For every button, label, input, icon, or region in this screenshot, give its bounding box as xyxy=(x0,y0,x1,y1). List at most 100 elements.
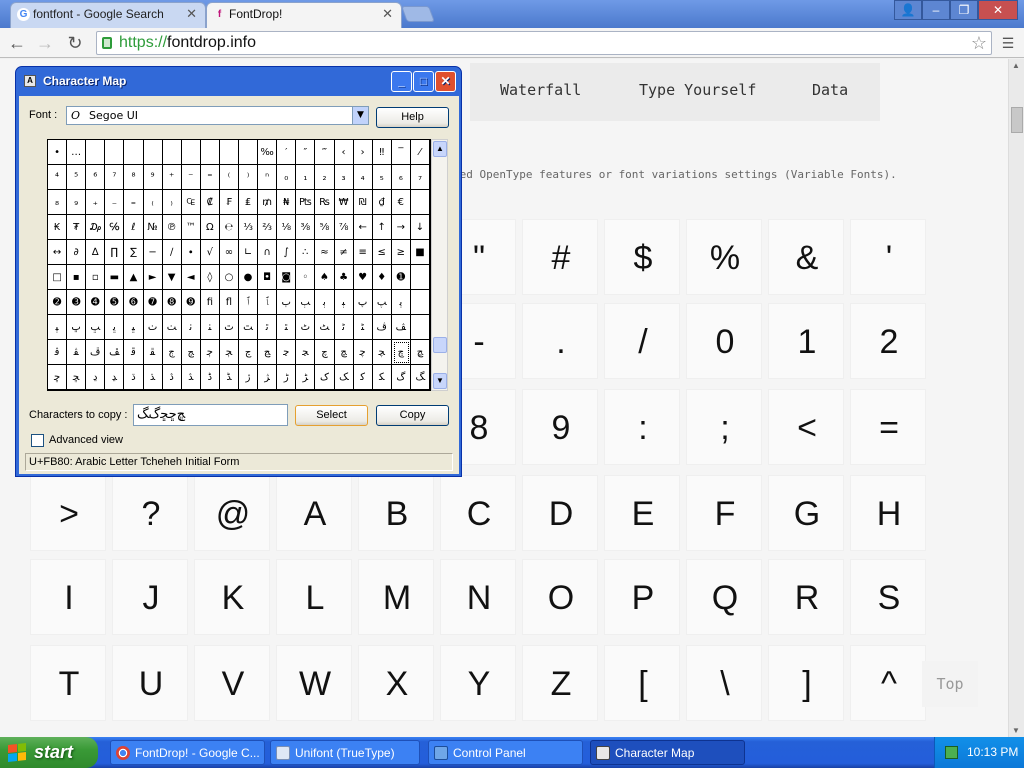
char-cell[interactable] xyxy=(200,140,220,165)
reload-icon[interactable]: ↻ xyxy=(64,32,86,54)
char-cell[interactable] xyxy=(86,140,106,165)
glyph-tile[interactable]: = xyxy=(850,389,926,465)
char-cell[interactable]: ﭴ xyxy=(200,340,220,365)
glyph-tile[interactable]: / xyxy=(604,303,680,379)
char-cell[interactable]: ⁄ xyxy=(410,140,430,165)
char-cell[interactable]: ⅓ xyxy=(239,215,259,240)
char-cell[interactable]: ◊ xyxy=(200,265,220,290)
char-cell[interactable]: ₮ xyxy=(67,215,87,240)
glyph-tile[interactable]: Z xyxy=(522,645,598,721)
char-cell[interactable]: ₃ xyxy=(334,165,354,190)
char-cell[interactable]: ﭺ xyxy=(315,340,335,365)
scroll-up-icon[interactable]: ▲ xyxy=(433,141,447,157)
char-cell[interactable]: → xyxy=(391,215,411,240)
glyph-tile[interactable]: 0 xyxy=(686,303,762,379)
grid-scrollbar[interactable]: ▲ ▼ xyxy=(431,139,448,391)
char-cell[interactable]: ➎ xyxy=(105,290,125,315)
char-cell[interactable] xyxy=(219,140,239,165)
glyph-tile[interactable]: T xyxy=(30,645,106,721)
select-button[interactable]: Select xyxy=(295,405,368,426)
char-cell[interactable]: ∂ xyxy=(67,240,87,265)
char-cell[interactable]: ♣ xyxy=(334,265,354,290)
char-cell[interactable]: ₁ xyxy=(296,165,316,190)
char-cell[interactable] xyxy=(410,315,430,340)
char-cell[interactable]: ﭷ xyxy=(258,340,278,365)
char-cell[interactable]: ◦ xyxy=(296,265,316,290)
char-cell[interactable] xyxy=(181,140,201,165)
glyph-tile[interactable]: 2 xyxy=(850,303,926,379)
char-cell[interactable]: ≠ xyxy=(334,240,354,265)
char-cell[interactable]: ﮄ xyxy=(124,365,144,390)
char-cell[interactable]: ﭧ xyxy=(315,315,335,340)
char-cell[interactable]: № xyxy=(143,215,163,240)
close-window-icon[interactable]: ✕ xyxy=(978,0,1018,20)
char-cell[interactable]: ₪ xyxy=(353,190,373,215)
char-cell[interactable]: ﭐ xyxy=(239,290,259,315)
nav-type-yourself[interactable]: Type Yourself xyxy=(639,81,756,99)
scroll-up-icon[interactable]: ▲ xyxy=(1012,61,1020,70)
char-cell[interactable]: ﮎ xyxy=(315,365,335,390)
glyph-tile[interactable]: S xyxy=(850,559,926,635)
window-titlebar[interactable]: A Character Map _ □ ✕ xyxy=(19,67,458,95)
glyph-tile[interactable]: % xyxy=(686,219,762,295)
start-button[interactable]: start xyxy=(0,737,98,768)
char-cell[interactable]: ₥ xyxy=(258,190,278,215)
char-cell[interactable]: ﮍ xyxy=(296,365,316,390)
char-cell[interactable]: ﭞ xyxy=(143,315,163,340)
char-cell[interactable]: ﭱ xyxy=(143,340,163,365)
char-cell[interactable]: ﭢ xyxy=(219,315,239,340)
font-select[interactable]: O Segoe UI ▼ xyxy=(66,106,369,125)
glyph-tile[interactable]: ] xyxy=(768,645,844,721)
char-cell[interactable]: ﭫ xyxy=(391,315,411,340)
glyph-tile[interactable]: K xyxy=(194,559,270,635)
char-cell[interactable]: ﭗ xyxy=(372,290,392,315)
glyph-tile[interactable]: M xyxy=(358,559,434,635)
char-cell[interactable]: ▫ xyxy=(86,265,106,290)
char-cell[interactable]: ﭻ xyxy=(334,340,354,365)
char-cell[interactable]: ﭳ xyxy=(181,340,201,365)
char-cell[interactable]: ﭥ xyxy=(277,315,297,340)
minimize-icon[interactable]: _ xyxy=(391,71,412,92)
char-cell[interactable]: ﮀ xyxy=(48,365,68,390)
char-cell[interactable]: ﭖ xyxy=(353,290,373,315)
char-cell[interactable]: ﭡ xyxy=(200,315,220,340)
char-cell[interactable]: ﭿ xyxy=(410,340,430,365)
char-cell[interactable]: ● xyxy=(239,265,259,290)
char-cell[interactable]: ∆ xyxy=(86,240,106,265)
char-cell[interactable]: ₨ xyxy=(315,190,335,215)
char-cell[interactable]: ₣ xyxy=(219,190,239,215)
user-icon[interactable]: 👤 xyxy=(894,0,922,20)
char-cell[interactable]: ₆ xyxy=(391,165,411,190)
char-cell[interactable]: ➋ xyxy=(48,290,68,315)
glyph-tile[interactable]: P xyxy=(604,559,680,635)
menu-icon[interactable]: ☰ xyxy=(1000,33,1016,53)
char-cell[interactable]: ‼ xyxy=(372,140,392,165)
char-cell[interactable]: ≈ xyxy=(315,240,335,265)
glyph-tile[interactable]: ? xyxy=(112,475,188,551)
char-cell[interactable]: ﭲ xyxy=(162,340,182,365)
char-cell[interactable] xyxy=(105,140,125,165)
char-cell[interactable]: ™ xyxy=(181,215,201,240)
char-cell[interactable]: ‾ xyxy=(391,140,411,165)
char-cell[interactable]: ﭒ xyxy=(277,290,297,315)
char-cell[interactable]: ﮓ xyxy=(410,365,430,390)
char-cell[interactable]: ➏ xyxy=(124,290,144,315)
char-cell[interactable]: ⁻ xyxy=(181,165,201,190)
char-cell[interactable]: Ω xyxy=(200,215,220,240)
char-cell[interactable]: ﭝ xyxy=(124,315,144,340)
glyph-tile[interactable]: > xyxy=(30,475,106,551)
char-cell[interactable]: ₦ xyxy=(277,190,297,215)
char-cell[interactable]: ﭵ xyxy=(219,340,239,365)
char-cell[interactable]: ‴ xyxy=(315,140,335,165)
char-cell[interactable]: … xyxy=(67,140,87,165)
new-tab-button[interactable] xyxy=(401,6,435,22)
char-cell[interactable] xyxy=(410,265,430,290)
char-cell[interactable]: ﭹ xyxy=(296,340,316,365)
char-cell[interactable]: ➐ xyxy=(143,290,163,315)
char-cell[interactable]: ₎ xyxy=(162,190,182,215)
char-cell[interactable]: ⅞ xyxy=(334,215,354,240)
char-cell[interactable]: ℮ xyxy=(219,215,239,240)
char-cell[interactable]: ﭬ xyxy=(48,340,68,365)
char-cell[interactable]: ■ xyxy=(410,240,430,265)
char-cell[interactable]: ﭭ xyxy=(67,340,87,365)
